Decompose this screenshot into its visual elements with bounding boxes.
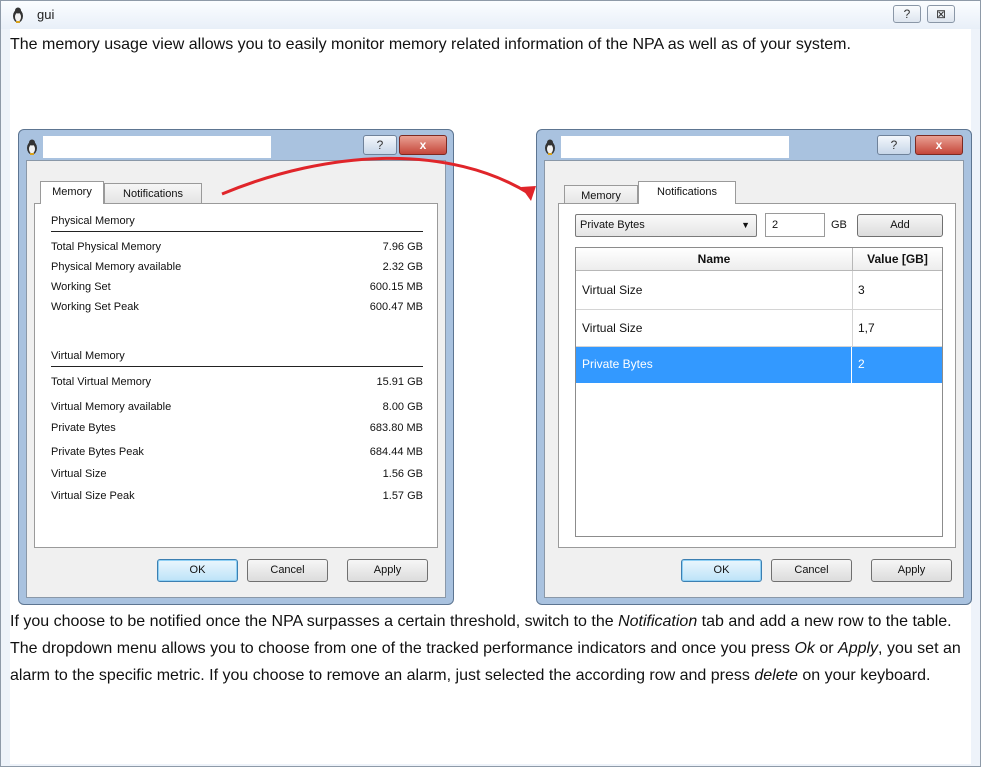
ok-button[interactable]: OK [681, 559, 762, 582]
dialog-help-button[interactable]: ? [877, 135, 911, 155]
emphasis: Notification [618, 613, 698, 630]
ok-button[interactable]: OK [157, 559, 238, 582]
dialog-title-field [43, 136, 271, 158]
column-divider [852, 271, 853, 347]
penguin-icon [27, 139, 37, 155]
table-cell-name[interactable]: Private Bytes [576, 347, 852, 383]
tab-memory[interactable]: Memory [40, 181, 104, 204]
emphasis: delete [754, 667, 798, 684]
memory-row: Physical Memory available 2.32 GB [51, 261, 423, 273]
tab-notifications[interactable]: Notifications [638, 181, 736, 204]
column-divider [851, 347, 852, 383]
penguin-icon [545, 139, 555, 155]
apply-button[interactable]: Apply [347, 559, 428, 582]
divider [51, 231, 423, 232]
metric-dropdown-value: Private Bytes [580, 219, 645, 231]
table-cell-name[interactable]: Virtual Size [576, 271, 852, 310]
tab-notifications[interactable]: Notifications [104, 183, 202, 204]
gui-window: gui ? ⊠ The memory usage view allows you… [0, 0, 981, 767]
cancel-button[interactable]: Cancel [247, 559, 328, 582]
memory-row: Working Set Peak 600.47 MB [51, 301, 423, 313]
memory-row: Private Bytes Peak 684.44 MB [51, 446, 423, 458]
chevron-down-icon: ▼ [741, 220, 750, 230]
memory-row: Virtual Size Peak 1.57 GB [51, 490, 423, 502]
help-button[interactable]: ? [893, 5, 921, 23]
table-cell-name[interactable]: Virtual Size [576, 310, 852, 347]
memory-row: Private Bytes 683.80 MB [51, 422, 423, 434]
dialog-close-button[interactable]: x [915, 135, 963, 155]
emphasis: Apply [838, 640, 879, 657]
virtual-memory-title: Virtual Memory [51, 350, 125, 362]
notifications-dialog-screenshot: ? x Memory Notifications Private Bytes ▼… [536, 129, 972, 605]
dialog-body: Memory Notifications Physical Memory Tot… [26, 160, 446, 598]
dialog-help-button[interactable]: ? [363, 135, 397, 155]
intro-paragraph: The memory usage view allows you to easi… [10, 36, 851, 53]
memory-row: Virtual Size 1.56 GB [51, 468, 423, 480]
physical-memory-title: Physical Memory [51, 215, 135, 227]
cancel-button[interactable]: Cancel [771, 559, 852, 582]
threshold-input[interactable]: 2 [765, 213, 825, 237]
close-button[interactable]: ⊠ [927, 5, 955, 23]
dialog-body: Memory Notifications Private Bytes ▼ 2 G… [544, 160, 964, 598]
outro-paragraph: If you choose to be notified once the NP… [10, 613, 961, 684]
dialog-title-field [561, 136, 789, 158]
add-button[interactable]: Add [857, 214, 943, 237]
table-cell-value[interactable]: 1,7 [852, 310, 942, 347]
column-header-name[interactable]: Name [576, 248, 852, 271]
metric-dropdown[interactable]: Private Bytes ▼ [575, 214, 757, 237]
emphasis: Ok [794, 640, 815, 657]
dialog-close-button[interactable]: x [399, 135, 447, 155]
memory-panel: Physical Memory Total Physical Memory 7.9… [34, 203, 438, 548]
divider [51, 366, 423, 367]
table-cell-value[interactable]: 2 [852, 347, 942, 383]
notifications-table: Name Value [GB] Virtual Size 3 Virtual S… [575, 247, 943, 537]
notifications-panel: Private Bytes ▼ 2 GB Add Name Value [GB]… [558, 203, 956, 548]
apply-button[interactable]: Apply [871, 559, 952, 582]
memory-dialog-screenshot: ? x Memory Notifications Physical Memory… [18, 129, 454, 605]
penguin-icon [13, 7, 23, 23]
memory-row: Working Set 600.15 MB [51, 281, 423, 293]
table-cell-value[interactable]: 3 [852, 271, 942, 310]
memory-row: Virtual Memory available 8.00 GB [51, 401, 423, 413]
help-content: The memory usage view allows you to easi… [10, 29, 972, 764]
window-titlebar: gui ? ⊠ [1, 1, 980, 29]
memory-row: Total Virtual Memory 15.91 GB [51, 376, 423, 388]
memory-row: Total Physical Memory 7.96 GB [51, 241, 423, 253]
unit-label: GB [831, 219, 847, 231]
window-title: gui [37, 7, 55, 22]
column-header-value[interactable]: Value [GB] [852, 248, 942, 271]
